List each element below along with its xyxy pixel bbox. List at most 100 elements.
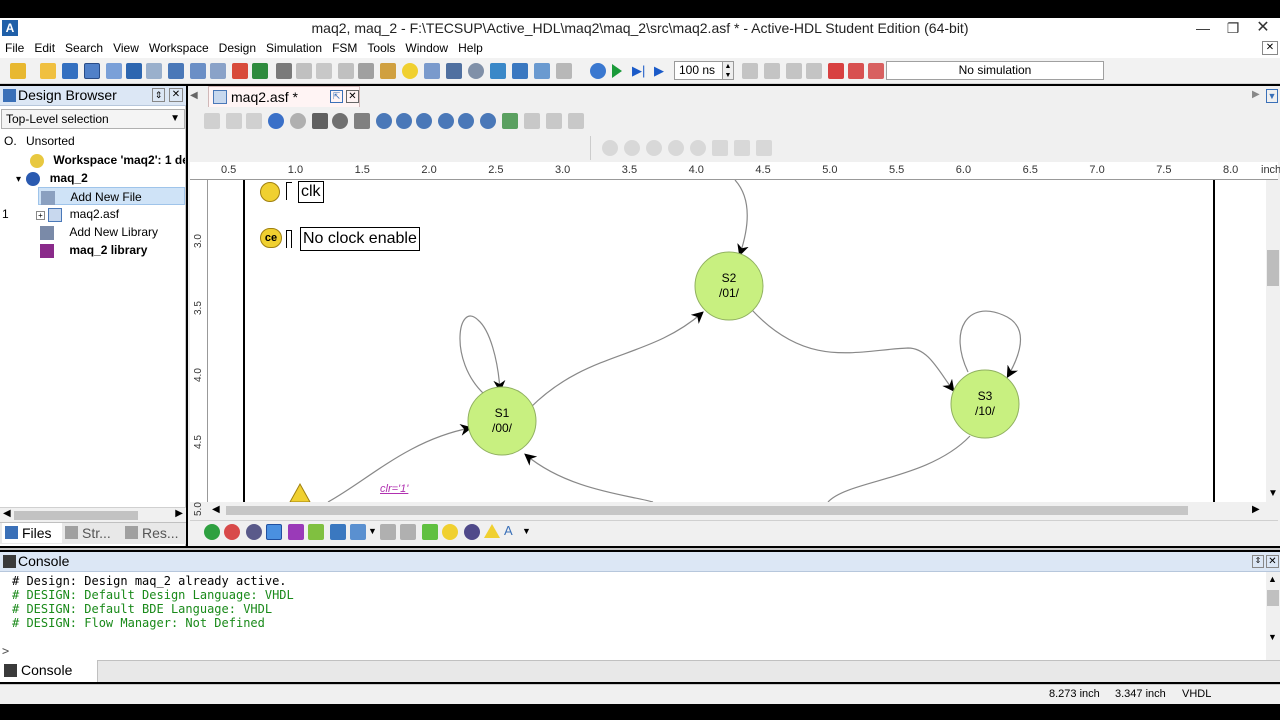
zoom-selection-icon[interactable] [458,113,474,129]
scroll-thumb[interactable] [14,511,138,520]
scroll-right-icon[interactable]: ▶ [1252,504,1260,515]
top-level-select[interactable]: Top-Level selection ▼ [1,109,185,129]
copy-icon[interactable] [226,113,242,129]
workspace-icon[interactable] [106,63,122,79]
scroll-left-icon[interactable]: ◀ [212,504,220,515]
tab-structure[interactable]: Str... [62,523,122,543]
junction-tool-icon[interactable] [246,524,262,540]
vscroll-thumb[interactable] [1267,250,1279,286]
fsm-trace-icon[interactable] [712,140,728,156]
tree-item-workspace[interactable]: Workspace 'maq2': 1 des [30,151,185,169]
close-window-button[interactable]: ✕ [1248,18,1278,40]
editor-hscrollbar[interactable]: ◀ ▶ [208,503,1266,518]
menu-design[interactable]: Design [214,40,261,58]
transition-tool-icon[interactable] [266,524,282,540]
console-options-icon[interactable]: ⇕ [1252,555,1264,568]
redo-icon[interactable] [290,113,306,129]
design-browser-close-icon[interactable]: ✕ [169,88,183,102]
tab-scroll-right-icon[interactable]: ▶ [1252,89,1264,103]
transition-condition-label[interactable]: clr='1' [380,483,408,495]
tab-console[interactable]: Console [0,660,98,682]
open-folder-icon[interactable] [40,63,56,79]
expand-icon[interactable]: + [36,211,45,220]
run-icon[interactable] [612,64,622,78]
menu-simulation[interactable]: Simulation [261,40,327,58]
editor-tab[interactable]: maq2.asf * ⇱ ✕ [208,86,360,107]
lightbulb-icon[interactable] [402,63,418,79]
step-back-icon[interactable] [786,63,802,79]
pi-tool-icon[interactable] [464,524,480,540]
console-prompt[interactable]: > [2,644,9,658]
transition-s3-s1-out[interactable] [827,435,971,502]
text-tool-icon[interactable]: A [504,523,513,538]
design-browser-toggle-icon[interactable] [84,63,100,79]
properties-icon[interactable] [546,113,562,129]
console-scroll-thumb[interactable] [1267,590,1279,606]
state-diagram-icon[interactable] [232,63,248,79]
scroll-down-icon[interactable]: ▼ [1268,488,1278,499]
fsm-settings-icon[interactable] [734,140,750,156]
menu-help[interactable]: Help [453,40,488,58]
breakpoint-edit-icon[interactable] [848,63,864,79]
console-splitter[interactable] [0,548,1280,550]
design-browser-hscrollbar[interactable]: ◀ ▶ [0,507,186,522]
zoom-in-icon[interactable] [376,113,392,129]
console-close-icon[interactable]: ✕ [1266,555,1279,568]
collapse-icon[interactable]: ▾ [16,174,21,185]
scroll-up-icon[interactable]: ▲ [1268,574,1277,584]
menu-file[interactable]: File [0,40,29,58]
block-diagram-icon[interactable] [190,63,206,79]
reset-symbol-icon[interactable] [289,482,311,502]
console-output[interactable]: # Design: Design maq_2 already active. # … [0,572,1266,660]
tab-list-icon[interactable]: ▼ [1266,89,1278,103]
tree-item-design[interactable]: ▾ maq_2 [16,169,88,187]
tab-resources[interactable]: Res... [122,523,184,543]
clear-icon[interactable] [556,63,572,79]
menu-search[interactable]: Search [60,40,108,58]
sim-time-input[interactable]: 100 ns [674,61,724,80]
compile-icon[interactable] [490,63,506,79]
clock-icon[interactable] [260,182,280,202]
dropdown-chevron-icon[interactable]: ▼ [368,526,377,536]
state-tool-icon[interactable] [204,524,220,540]
restore-button[interactable]: ❐ [1218,18,1248,40]
link-icon[interactable] [276,63,292,79]
zoom-area-icon[interactable] [438,113,454,129]
tree-item-library[interactable]: maq_2 library [40,241,147,259]
sim-time-stepper[interactable]: ▲ ▼ [722,61,734,80]
port-tool-icon[interactable] [330,524,346,540]
clock-enable-label[interactable]: No clock enable [300,227,420,251]
minimize-button[interactable]: — [1188,18,1218,40]
console-icon[interactable] [168,63,184,79]
fsm-reset-icon[interactable] [690,140,706,156]
tab-files[interactable]: Files [2,523,62,543]
menu-edit[interactable]: Edit [29,40,60,58]
compile-multiple-icon[interactable] [534,63,550,79]
undock-icon[interactable]: ⇱ [330,90,343,103]
menu-view[interactable]: View [108,40,144,58]
run-for-icon[interactable]: ▶ [654,64,666,78]
zoom-icon[interactable] [332,113,348,129]
fsm-wizard-icon[interactable] [502,113,518,129]
menu-fsm[interactable]: FSM [327,40,362,58]
initialize-simulation-icon[interactable] [590,63,606,79]
pan-hand-icon[interactable] [354,113,370,129]
sort-row[interactable]: O. Unsorted [4,132,75,150]
fsm-step-icon[interactable] [624,140,640,156]
editor-tab-close-icon[interactable]: ✕ [346,90,359,103]
menu-workspace[interactable]: Workspace [144,40,214,58]
clock-tool-icon[interactable] [442,524,458,540]
tab-scroll-left-icon[interactable]: ◀ [190,87,204,105]
tree-item-add-new-file[interactable]: Add New File [38,187,185,205]
menu-tools[interactable]: Tools [362,40,400,58]
fsm-wand-icon[interactable] [756,140,772,156]
transition-s3-s1-in[interactable] [524,453,654,502]
scroll-left-icon[interactable]: ◀ [3,508,11,519]
search-file-icon[interactable] [446,63,462,79]
compile-all-icon[interactable] [512,63,528,79]
paste-icon[interactable] [246,113,262,129]
fsm-init-icon[interactable] [602,140,618,156]
scroll-right-icon[interactable]: ▶ [175,508,183,519]
breakpoint-clear-icon[interactable] [868,63,884,79]
globe-icon[interactable] [468,63,484,79]
